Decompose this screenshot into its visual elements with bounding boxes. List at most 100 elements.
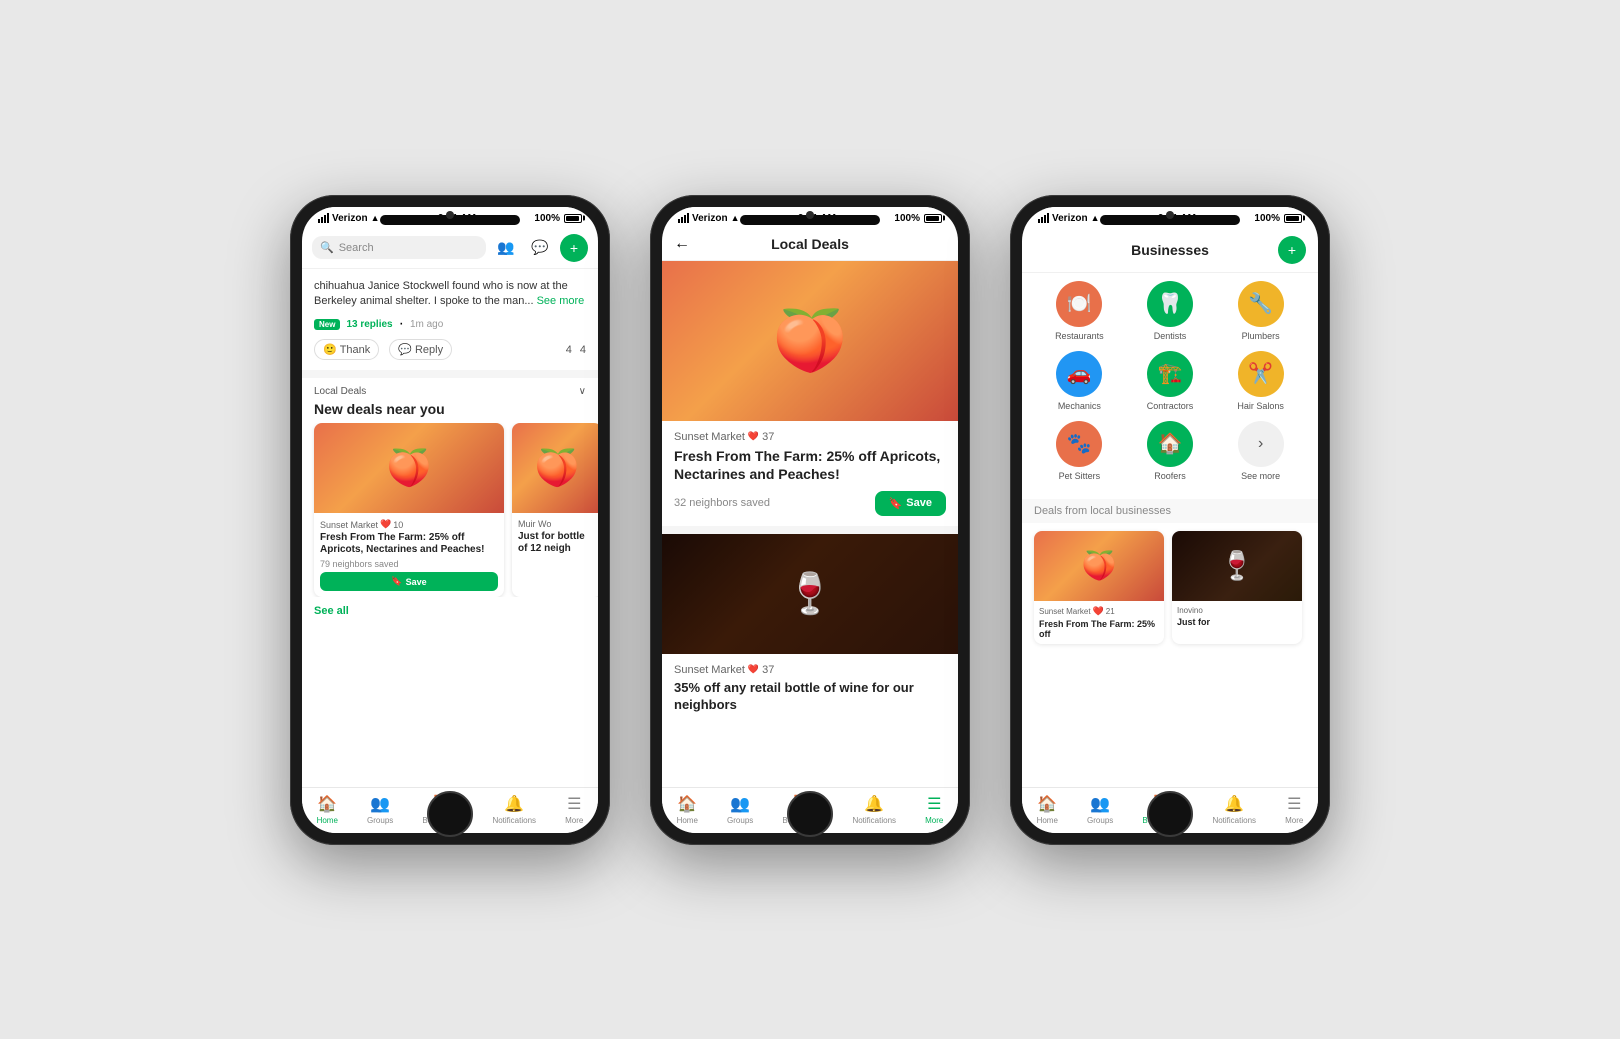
deal-detail-store-2: Sunset Market ❤️ 37 [674,664,946,676]
notifications-icon-1: 🔔 [504,794,524,814]
nav-groups-3[interactable]: 👥 Groups [1087,794,1113,825]
nav-home-1[interactable]: 🏠 Home [317,794,338,825]
deal-detail-title-2: 35% off any retail bottle of wine for ou… [674,680,946,714]
signal-icon [318,213,329,223]
post-card: chihuahua Janice Stockwell found who is … [302,269,598,379]
nav-home-2[interactable]: 🏠 Home [677,794,698,825]
bookmark-icon-1: 🔖 [391,576,402,587]
dentists-label: Dentists [1154,331,1187,341]
friends-icon[interactable]: 👥 [492,234,520,262]
biz-item-plumbers[interactable]: 🔧 Plumbers [1227,281,1295,341]
nav-notifications-1[interactable]: 🔔 Notifications [492,794,536,825]
heart-icon-2: ❤️ [748,431,759,442]
carrier-label: Verizon [332,213,368,224]
nav-more-1[interactable]: ☰ More [565,794,583,825]
businesses-header: Businesses + [1022,228,1318,273]
biz-item-mechanics[interactable]: 🚗 Mechanics [1045,351,1113,411]
likes-count-1: 10 [393,520,403,530]
reaction-counts: 4 4 [566,344,586,356]
local-card-info-1: Sunset Market ❤️ 21 Fresh From The Farm:… [1034,601,1164,644]
save-button-lg-1[interactable]: 🔖 Save [875,491,946,516]
post-text: chihuahua Janice Stockwell found who is … [314,279,586,310]
biz-item-pet-sitters[interactable]: 🐾 Pet Sitters [1045,421,1113,481]
time-ago: 1m ago [410,319,443,330]
signal-icon-3 [1038,213,1049,223]
save-button-1[interactable]: 🔖 Save [320,572,498,591]
see-all-link[interactable]: See all [302,597,598,625]
wine-icon: 🍷 [662,534,958,654]
deal-image-1 [314,423,504,513]
battery-icon-2 [924,214,942,223]
biz-item-restaurants[interactable]: 🍽️ Restaurants [1045,281,1113,341]
carrier-label-3: Verizon [1052,213,1088,224]
local-card-2[interactable]: 🍷 Inovino Just for [1172,531,1302,644]
restaurants-icon: 🍽️ [1056,281,1102,327]
home-button-2[interactable] [787,791,833,837]
more-icon-3: ☰ [1287,794,1301,814]
home-button-3[interactable] [1147,791,1193,837]
add-icon[interactable]: + [560,234,588,262]
deal-detail-info-2: Sunset Market ❤️ 37 35% off any retail b… [662,654,958,724]
deal-card-1[interactable]: Sunset Market ❤️ 10 Fresh From The Farm:… [314,423,504,597]
biz-row-2: 🚗 Mechanics 🏗️ Contractors ✂️ Hair Salon… [1034,351,1306,411]
deal-detail-title-1: Fresh From The Farm: 25% off Apricots, N… [674,447,946,483]
smile-icon: 🙂 [323,343,337,356]
nav-home-3[interactable]: 🏠 Home [1037,794,1058,825]
post-actions: 🙂 Thank 💬 Reply 4 4 [314,339,586,360]
biz-item-see-more[interactable]: › See more [1227,421,1295,481]
biz-item-contractors[interactable]: 🏗️ Contractors [1136,351,1204,411]
nav-groups-1[interactable]: 👥 Groups [367,794,393,825]
mechanics-icon: 🚗 [1056,351,1102,397]
local-card-1[interactable]: 🍑 Sunset Market ❤️ 21 Fresh From The Far… [1034,531,1164,644]
battery-label-3: 100% [1254,213,1280,224]
notifications-icon-3: 🔔 [1224,794,1244,814]
reply-label: Reply [415,344,443,356]
deal-saved-1: 79 neighbors saved [320,559,498,569]
deal-title-1: Fresh From The Farm: 25% off Apricots, N… [320,532,498,556]
mechanics-label: Mechanics [1058,401,1101,411]
back-button[interactable]: ← [674,235,690,253]
bookmark-icon-2: 🔖 [889,497,903,510]
nav-notifications-3[interactable]: 🔔 Notifications [1212,794,1256,825]
store-name-2: Muir Wo [518,519,551,529]
deals-chevron-icon[interactable]: ∨ [579,386,586,397]
add-business-icon[interactable]: + [1278,236,1306,264]
home-button-1[interactable] [427,791,473,837]
phone-3: Verizon ▲ 9:41 AM 100% Businesses + 🍽️ R… [1010,195,1330,845]
deal-detail-store-1: Sunset Market ❤️ 37 [674,431,946,443]
local-deals-label: Local Deals [314,386,366,397]
phone-camera [446,211,454,219]
reply-button[interactable]: 💬 Reply [389,339,452,360]
replies-count[interactable]: 13 replies [346,319,392,330]
biz-item-dentists[interactable]: 🦷 Dentists [1136,281,1204,341]
deal-card-2[interactable]: Muir Wo Just for bottle of 12 neigh [512,423,598,597]
biz-item-roofers[interactable]: 🏠 Roofers [1136,421,1204,481]
see-more-link[interactable]: See more [537,295,585,307]
search-placeholder: Search [339,242,374,254]
store-name-1: Sunset Market [320,520,378,530]
deal-detail-image-2: 🍷 [662,534,958,654]
message-icon[interactable]: 💬 [526,234,554,262]
battery-icon-3 [1284,214,1302,223]
post-meta: New 13 replies · 1m ago [314,315,586,333]
home-icon-2: 🏠 [677,794,697,814]
search-bar[interactable]: 🔍 Search [312,236,486,259]
deals-section-header: Local Deals ∨ [302,378,598,401]
page-title-3: Businesses [1062,242,1278,258]
heart-icon-4: ❤️ [1093,606,1104,617]
nav-more-2[interactable]: ☰ More [925,794,943,825]
plumbers-icon: 🔧 [1238,281,1284,327]
wifi-icon-2: ▲ [731,213,740,223]
deal-store-2: Muir Wo [518,519,596,529]
dentists-icon: 🦷 [1147,281,1193,327]
thank-button[interactable]: 🙂 Thank [314,339,379,360]
restaurants-label: Restaurants [1055,331,1104,341]
nav-groups-2[interactable]: 👥 Groups [727,794,753,825]
nav-more-3[interactable]: ☰ More [1285,794,1303,825]
local-card-store-1: Sunset Market ❤️ 21 [1039,606,1159,617]
nav-notifications-2[interactable]: 🔔 Notifications [852,794,896,825]
deal-store-1: Sunset Market ❤️ 10 [320,519,498,530]
carrier-label-2: Verizon [692,213,728,224]
biz-item-hair-salons[interactable]: ✂️ Hair Salons [1227,351,1295,411]
roofers-icon: 🏠 [1147,421,1193,467]
